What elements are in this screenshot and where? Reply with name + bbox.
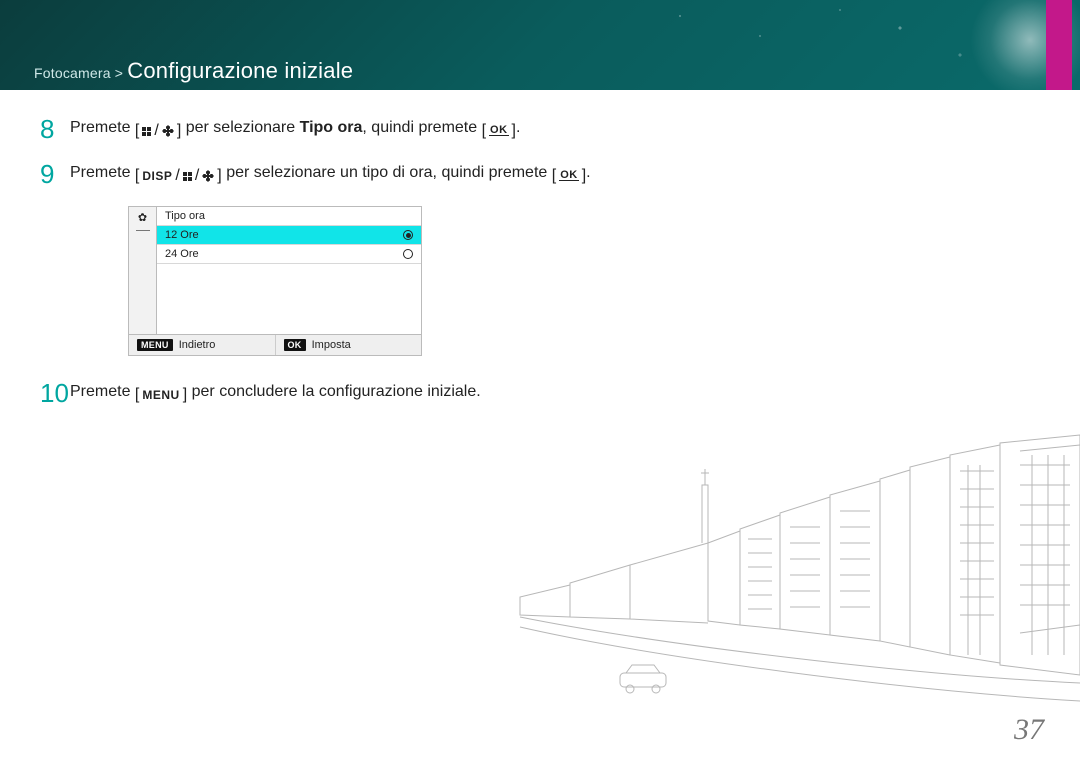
menu-key-icon: MENU bbox=[137, 339, 173, 351]
text-fragment: . bbox=[586, 164, 590, 181]
ok-key-icon: OK bbox=[284, 339, 306, 351]
text-fragment: per selezionare bbox=[186, 119, 300, 136]
slash: / bbox=[154, 119, 158, 143]
page-number: 37 bbox=[1014, 713, 1044, 747]
camera-ui-main: Tipo ora 12 Ore 24 Ore bbox=[157, 207, 421, 334]
option-24h[interactable]: 24 Ore bbox=[157, 245, 421, 264]
text-fragment: per selezionare un tipo di ora, quindi p… bbox=[226, 164, 552, 181]
step-9: 9 Premete DISP/ / per selezionare un tip… bbox=[40, 161, 1040, 188]
slash: / bbox=[195, 164, 199, 188]
footer-back-label: Indietro bbox=[179, 339, 216, 351]
dpad-leftright-icon: / bbox=[135, 119, 181, 143]
camera-ui-blank bbox=[157, 264, 421, 334]
step-text: Premete DISP/ / per selezionare un tipo … bbox=[70, 161, 591, 188]
page-title: Configurazione iniziale bbox=[127, 58, 353, 83]
dots-icon bbox=[183, 172, 192, 181]
text-fragment: per concludere la configurazione inizial… bbox=[192, 383, 481, 400]
footer-set-label: Imposta bbox=[312, 339, 351, 351]
option-label: 24 Ore bbox=[165, 248, 199, 260]
dots-icon bbox=[142, 127, 151, 136]
step-number: 10 bbox=[40, 380, 70, 406]
ok-button-icon: OK bbox=[482, 119, 516, 143]
text-fragment: Premete bbox=[70, 119, 135, 136]
content-area: 8 Premete / per selezionare Tipo ora, qu… bbox=[0, 90, 1080, 407]
text-fragment: . bbox=[516, 119, 520, 136]
step-10: 10 Premete MENU per concludere la config… bbox=[40, 380, 1040, 407]
option-12h[interactable]: 12 Ore bbox=[157, 226, 421, 245]
text-bold: Tipo ora bbox=[300, 119, 363, 136]
text-fragment: , quindi premete bbox=[362, 119, 481, 136]
city-sketch-svg bbox=[480, 415, 1080, 765]
sidebar-divider bbox=[136, 230, 150, 231]
radio-selected-icon bbox=[403, 230, 413, 240]
text-fragment: Premete bbox=[70, 164, 135, 181]
ok-label: OK bbox=[489, 126, 509, 136]
flower-icon bbox=[202, 170, 214, 182]
footer-back[interactable]: MENU Indietro bbox=[129, 335, 275, 355]
step-number: 9 bbox=[40, 161, 70, 187]
gear-icon: ✿ bbox=[138, 211, 147, 224]
section-tab bbox=[1046, 0, 1072, 90]
ok-button-icon: OK bbox=[552, 164, 586, 188]
ok-label: OK bbox=[559, 171, 579, 181]
menu-label: MENU bbox=[142, 386, 179, 404]
footer-set[interactable]: OK Imposta bbox=[275, 335, 422, 355]
city-sketch-illustration bbox=[480, 415, 1080, 765]
header-band: Fotocamera > Configurazione iniziale bbox=[0, 0, 1080, 90]
breadcrumb: Fotocamera > Configurazione iniziale bbox=[34, 58, 353, 84]
menu-button-icon: MENU bbox=[135, 383, 187, 407]
dpad-all-icon: DISP/ / bbox=[135, 164, 222, 188]
step-text: Premete MENU per concludere la configura… bbox=[70, 380, 481, 407]
disp-label: DISP bbox=[142, 167, 172, 185]
breadcrumb-root: Fotocamera bbox=[34, 65, 111, 81]
radio-unselected-icon bbox=[403, 249, 413, 259]
option-label: 12 Ore bbox=[165, 229, 199, 241]
text-fragment: Premete bbox=[70, 383, 135, 400]
camera-ui-header: Tipo ora bbox=[157, 207, 421, 226]
camera-ui-sidebar: ✿ bbox=[129, 207, 157, 334]
flower-icon bbox=[162, 125, 174, 137]
breadcrumb-sep: > bbox=[111, 65, 128, 81]
step-8: 8 Premete / per selezionare Tipo ora, qu… bbox=[40, 116, 1040, 143]
step-text: Premete / per selezionare Tipo ora, quin… bbox=[70, 116, 520, 143]
slash: / bbox=[175, 164, 179, 188]
camera-ui-footer: MENU Indietro OK Imposta bbox=[129, 334, 421, 355]
step-number: 8 bbox=[40, 116, 70, 142]
camera-ui-box: ✿ Tipo ora 12 Ore 24 Ore MENU Indietro bbox=[128, 206, 422, 356]
camera-ui-top: ✿ Tipo ora 12 Ore 24 Ore bbox=[129, 207, 421, 334]
